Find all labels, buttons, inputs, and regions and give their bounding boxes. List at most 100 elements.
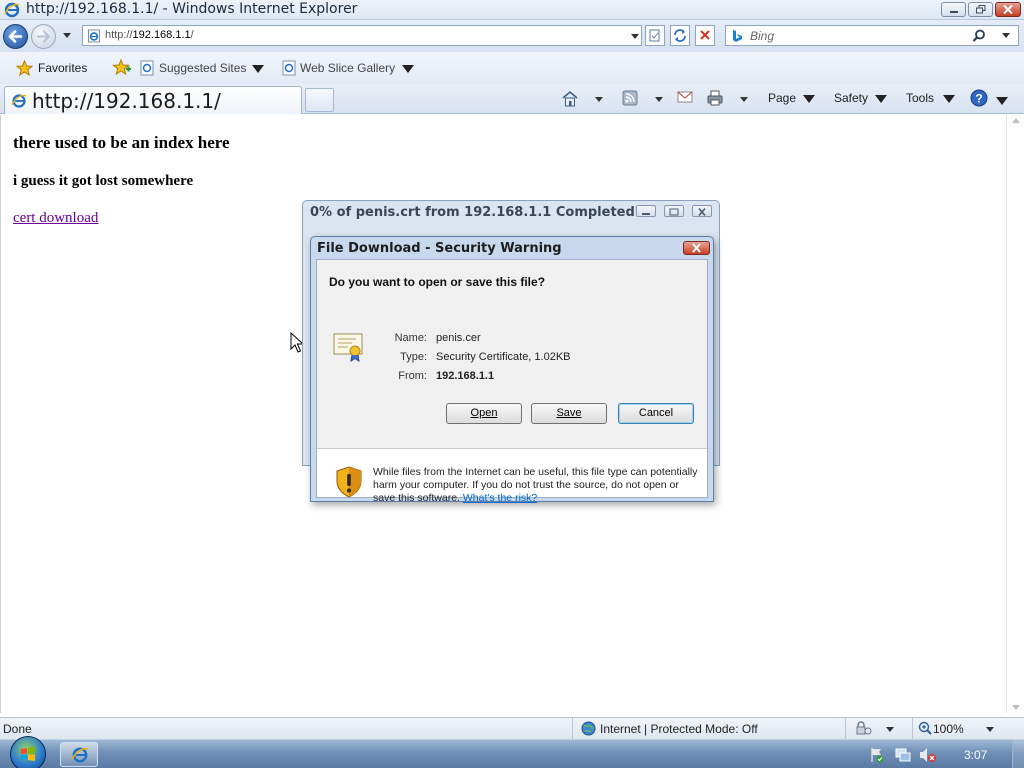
minimize-icon [949,11,958,13]
add-to-favorites-bar-button[interactable] [112,58,134,80]
favorites-button[interactable]: Favorites [6,56,98,80]
action-center-icon[interactable] [869,747,885,763]
close-button[interactable] [995,2,1021,17]
file-download-dialog[interactable]: File Download - Security Warning Do you … [310,236,714,504]
address-dropdown-icon[interactable] [631,34,639,39]
compatibility-view-button[interactable] [645,25,665,46]
stop-button[interactable] [695,25,715,46]
status-divider [845,718,846,739]
open-button-label: Open [470,407,498,419]
suggested-sites-dropdown-icon[interactable] [252,65,264,73]
close-icon [1003,5,1013,14]
forward-button[interactable] [31,24,56,49]
save-button[interactable]: Save [531,403,607,424]
new-tab-button[interactable] [305,88,334,112]
forward-arrow-icon [36,30,51,43]
web-slice-gallery-dropdown-icon[interactable] [402,65,414,73]
windows-logo-icon [21,746,35,761]
search-icon[interactable] [972,29,986,43]
ie-page-icon [140,60,154,76]
tab-and-command-bar: http://192.168.1.1/ Page Safety Tools ? [0,84,1024,114]
progress-close-button[interactable] [692,205,712,217]
tools-menu-label: Tools [906,91,935,105]
favorites-label: Favorites [38,61,88,75]
vertical-scrollbar[interactable] [1006,115,1024,713]
suggested-sites-link[interactable]: Suggested Sites [138,56,273,80]
name-label: Name: [394,332,427,344]
web-slice-gallery-label: Web Slice Gallery [300,61,396,75]
save-button-label: Save [556,407,582,419]
page-menu-button[interactable]: Page [764,86,820,110]
print-button[interactable] [704,88,752,110]
safety-dropdown-icon [875,95,887,103]
home-icon [562,90,578,107]
minimize-button[interactable] [941,2,966,17]
zoom-button[interactable]: 100% [918,720,998,738]
home-button[interactable] [559,88,607,110]
window-title-bar[interactable]: http://192.168.1.1/ - Windows Internet E… [0,0,1024,20]
print-icon [707,90,723,106]
cancel-button[interactable]: Cancel [618,403,694,424]
minimize-icon [642,213,650,215]
security-shield-icon [336,466,362,498]
network-icon[interactable] [895,747,911,763]
search-options-dropdown-icon[interactable] [1002,33,1010,38]
safety-menu-button[interactable]: Safety [830,86,892,110]
dialog-close-button[interactable] [683,241,710,255]
status-text: Done [3,722,32,736]
ie-tab-icon [11,94,27,108]
feeds-button[interactable] [620,88,666,110]
type-label: Type: [400,351,427,363]
open-button[interactable]: Open [446,403,522,424]
print-dropdown-icon[interactable] [740,97,748,102]
security-warning-panel: While files from the Internet can be use… [317,449,707,504]
file-name-value: penis.cer [436,332,481,344]
progress-maximize-button[interactable] [664,205,684,217]
navigation-bar: http://192.168.1.1/ Bing [0,20,1024,52]
security-zone-text: Internet | Protected Mode: Off [600,722,758,736]
safety-menu-label: Safety [834,91,869,105]
feeds-dropdown-icon[interactable] [655,97,663,102]
dialog-body: Do you want to open or save this file? N… [316,259,708,504]
help-dropdown-icon[interactable] [996,97,1008,105]
download-progress-title: 0% of penis.crt from 192.168.1.1 Complet… [310,205,635,220]
favorites-bar: Favorites Suggested Sites Web Slice Gall… [0,52,1024,84]
whats-the-risk-link[interactable]: What's the risk? [463,492,537,504]
tools-menu-button[interactable]: Tools [902,86,960,110]
zoom-level: 100% [933,722,964,736]
protected-mode-settings-button[interactable] [854,720,896,738]
back-button[interactable] [3,24,28,49]
home-dropdown-icon[interactable] [595,97,603,102]
taskbar-clock[interactable]: 3:07 [964,748,987,762]
scroll-up-icon[interactable] [1012,118,1020,123]
settings-lock-icon [856,721,872,735]
volume-muted-icon[interactable] [919,747,937,763]
taskbar-internet-explorer-button[interactable] [60,742,98,767]
show-desktop-button[interactable] [1012,740,1024,768]
ie-page-icon [282,60,296,76]
from-label: From: [398,370,427,382]
page-icon [88,29,100,43]
svg-text:?: ? [975,92,982,106]
restore-button[interactable] [968,2,993,17]
read-mail-button[interactable] [677,90,697,108]
refresh-button[interactable] [670,25,690,46]
mail-icon [677,91,693,103]
internet-zone-icon [581,721,596,736]
tab-active[interactable]: http://192.168.1.1/ [4,86,302,114]
start-button[interactable] [10,736,46,768]
web-slice-gallery-link[interactable]: Web Slice Gallery [280,56,420,80]
scroll-down-icon[interactable] [1012,705,1020,710]
recent-pages-dropdown-icon[interactable] [63,33,71,38]
cert-download-link[interactable]: cert download [13,210,98,227]
address-field[interactable]: http://192.168.1.1/ [82,25,642,46]
close-icon [698,207,706,217]
page-dropdown-icon [803,95,815,103]
help-button[interactable]: ? [968,88,1018,110]
status-divider [912,718,913,739]
page-heading: there used to be an index here [13,133,230,152]
file-source-value: 192.168.1.1 [436,370,495,382]
progress-minimize-button[interactable] [636,205,656,217]
search-field[interactable]: Bing [725,25,1019,46]
back-arrow-icon [8,30,23,43]
